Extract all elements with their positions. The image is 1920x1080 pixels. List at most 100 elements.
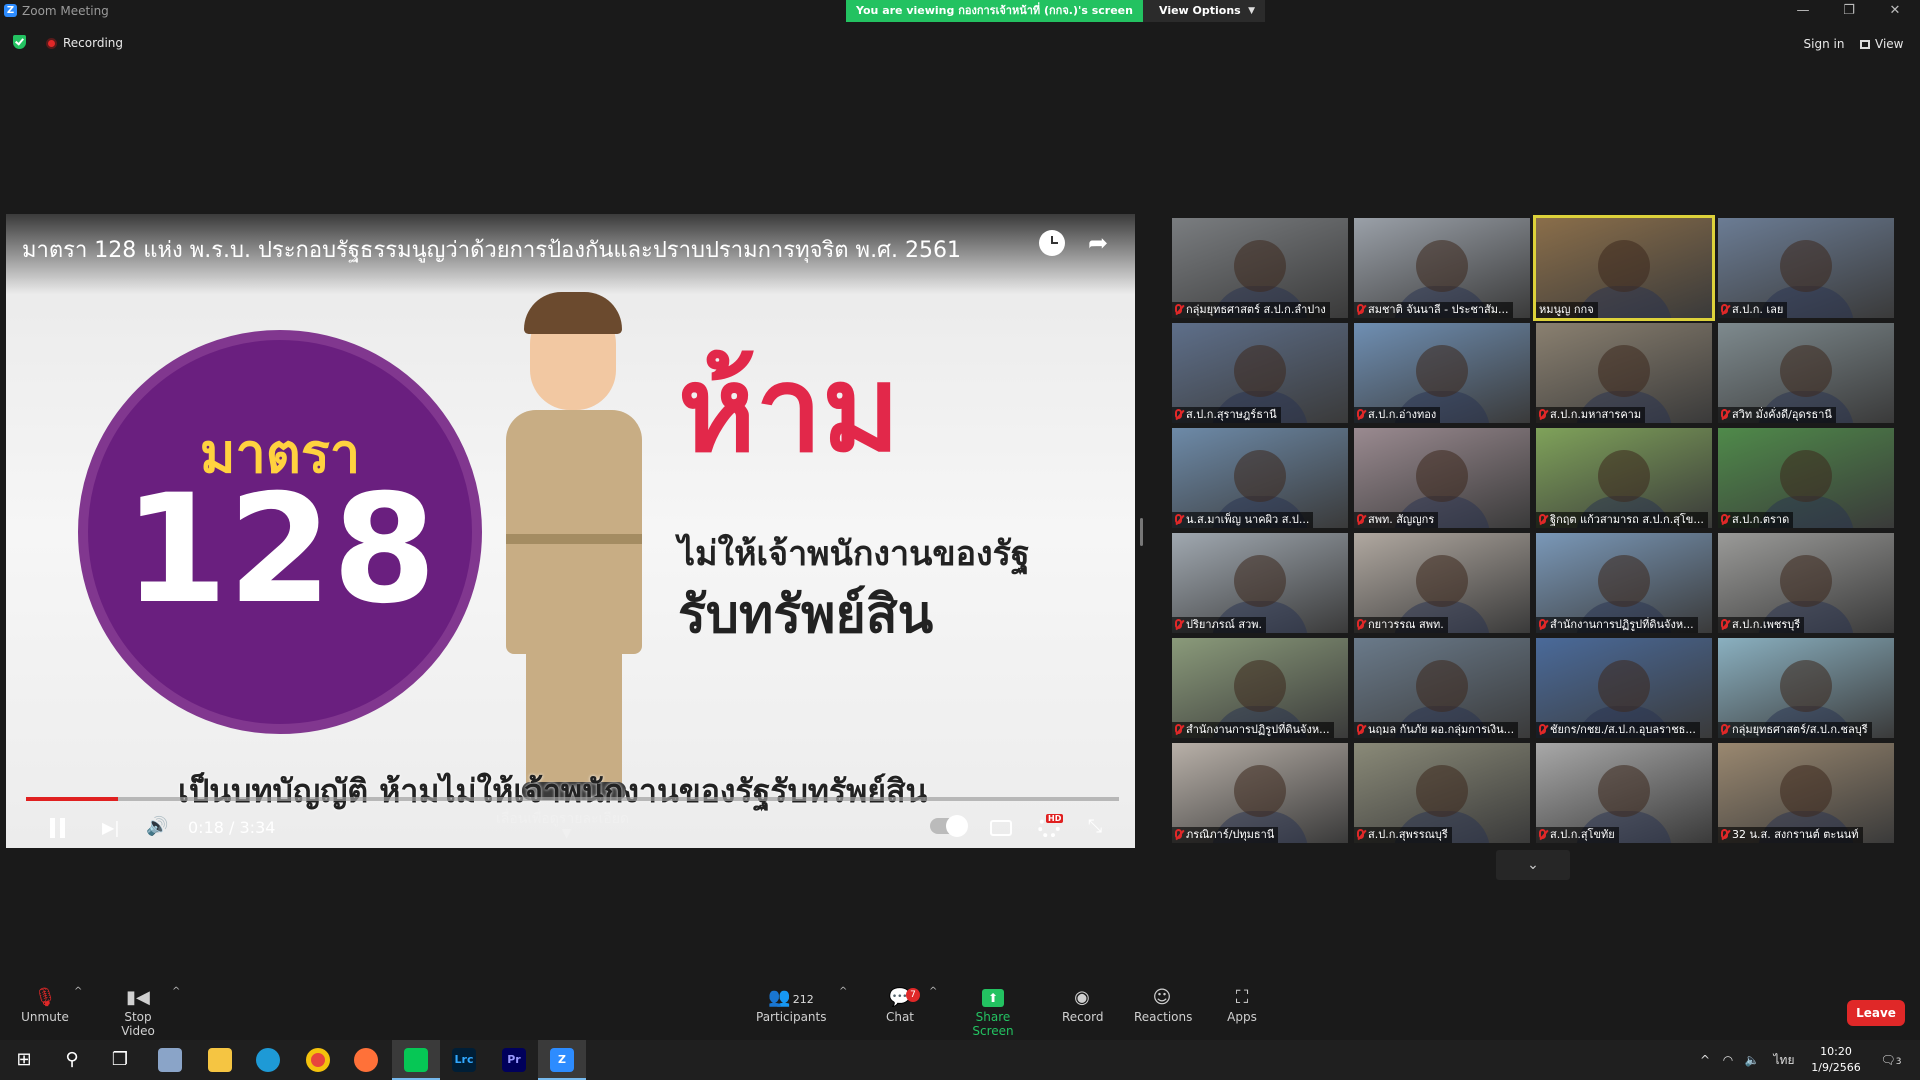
- notepad-app-icon[interactable]: [146, 1040, 194, 1080]
- participant-tile[interactable]: สมชาติ จันนาลี - ประชาสัม...: [1354, 218, 1530, 318]
- participant-tile[interactable]: ส.ป.ก.สุพรรณบุรี: [1354, 743, 1530, 843]
- mic-muted-icon: [1357, 619, 1364, 629]
- zoom-app-icon[interactable]: Z: [538, 1040, 586, 1080]
- participant-tile[interactable]: สำนักงานการปฏิรูปที่ดินจังห...: [1172, 638, 1348, 738]
- unmute-button[interactable]: 🎙 Unmute: [20, 986, 70, 1034]
- participant-name-label: กลุ่มยุทธศาสตร์ ส.ป.ก.ลำปาง: [1172, 302, 1330, 318]
- participant-name-label: สำนักงานการปฏิรูปที่ดินจังห...: [1536, 617, 1698, 633]
- tray-overflow-chevron-icon[interactable]: ^: [1696, 1040, 1714, 1080]
- participant-tile[interactable]: ส.ป.ก.สุโขทัย: [1536, 743, 1712, 843]
- view-button[interactable]: View: [1860, 34, 1910, 54]
- taskbar-date: 1/9/2566: [1811, 1061, 1861, 1074]
- chrome-browser-icon[interactable]: [294, 1040, 342, 1080]
- mic-muted-icon: [1357, 724, 1364, 734]
- reactions-label: Reactions: [1134, 1010, 1193, 1024]
- participant-silhouette-head: [1234, 555, 1286, 607]
- share-screen-button[interactable]: ⬆ Share Screen: [956, 986, 1030, 1038]
- stop-video-button[interactable]: ▮◀ Stop Video: [106, 986, 170, 1038]
- participant-silhouette-head: [1234, 660, 1286, 712]
- autoplay-toggle[interactable]: [930, 815, 968, 837]
- share-icon[interactable]: ➦: [1088, 230, 1116, 256]
- video-title[interactable]: มาตรา 128 แห่ง พ.ร.บ. ประกอบรัฐธรรมนูญว่…: [22, 232, 961, 267]
- speaker-muted-icon[interactable]: 🔈: [1742, 1040, 1762, 1080]
- windows-start-icon[interactable]: ⊞: [0, 1040, 48, 1080]
- participants-caret-icon[interactable]: ^: [839, 986, 847, 997]
- view-label: View: [1875, 37, 1904, 51]
- restore-button[interactable]: ❐: [1834, 1, 1864, 21]
- participant-tile[interactable]: ส.ป.ก.อ่างทอง: [1354, 323, 1530, 423]
- participant-silhouette-head: [1234, 345, 1286, 397]
- view-options-button[interactable]: View Options ▼: [1143, 0, 1265, 22]
- split-divider-handle[interactable]: [1140, 518, 1143, 546]
- recording-label[interactable]: Recording: [63, 36, 123, 50]
- premiere-pro-icon[interactable]: Pr: [490, 1040, 538, 1080]
- exit-fullscreen-icon[interactable]: ⤡: [1084, 816, 1106, 838]
- apps-button[interactable]: ⛶ Apps: [1224, 986, 1260, 1034]
- edge-browser-icon[interactable]: [244, 1040, 292, 1080]
- leave-button[interactable]: Leave: [1847, 1000, 1905, 1026]
- firefox-browser-icon[interactable]: [342, 1040, 390, 1080]
- watch-later-icon[interactable]: [1039, 230, 1065, 256]
- participant-name: ปริยาภรณ์ สวพ.: [1186, 618, 1263, 631]
- participant-tile[interactable]: กลุ่มยุทธศาสตร์ ส.ป.ก.ลำปาง: [1172, 218, 1348, 318]
- participant-name: สำนักงานการปฏิรูปที่ดินจังห...: [1186, 723, 1330, 736]
- participant-name: สมชาติ จันนาลี - ประชาสัม...: [1368, 303, 1509, 316]
- mic-muted-icon: [1175, 724, 1182, 734]
- participant-name: ส.ป.ก.สุโขทัย: [1550, 828, 1615, 841]
- encryption-shield-icon[interactable]: [13, 35, 26, 49]
- participant-tile[interactable]: สพท. สัญญกร: [1354, 428, 1530, 528]
- chevron-down-icon[interactable]: ▼: [562, 826, 571, 840]
- participant-tile[interactable]: ชัยกร/กชย./ส.ป.ก.อุบลราชธ...: [1536, 638, 1712, 738]
- minimize-button[interactable]: —: [1788, 1, 1818, 21]
- participants-button[interactable]: 👥 212 Participants: [756, 986, 827, 1034]
- chat-caret-icon[interactable]: ^: [929, 986, 937, 997]
- file-explorer-icon[interactable]: [196, 1040, 244, 1080]
- video-options-caret-icon[interactable]: ^: [172, 986, 180, 997]
- sign-in-button[interactable]: Sign in: [1797, 34, 1851, 54]
- audio-options-caret-icon[interactable]: ^: [74, 986, 82, 997]
- wifi-icon[interactable]: ◠: [1718, 1040, 1738, 1080]
- record-button[interactable]: ◉ Record: [1062, 986, 1103, 1034]
- participant-name: ชัยกร/กชย./ส.ป.ก.อุบลราชธ...: [1550, 723, 1696, 736]
- participant-tile[interactable]: ส.ป.ก.สุราษฎร์ธานี: [1172, 323, 1348, 423]
- participant-tile[interactable]: ปริยาภรณ์ สวพ.: [1172, 533, 1348, 633]
- participant-tile[interactable]: ส.ป.ก.มหาสารคาม: [1536, 323, 1712, 423]
- participant-tile[interactable]: สวิท มั่งคั่งดี/อุดรธานี: [1718, 323, 1894, 423]
- participant-tile[interactable]: 32 น.ส. สงกรานต์ ตะนนท์: [1718, 743, 1894, 843]
- participant-tile[interactable]: นฤมล กันภัย ผอ.กลุ่มการเงิน...: [1354, 638, 1530, 738]
- next-icon[interactable]: ▶|: [102, 818, 122, 838]
- lightroom-classic-icon[interactable]: Lrc: [440, 1040, 488, 1080]
- language-indicator[interactable]: ไทย: [1770, 1040, 1798, 1080]
- participant-tile[interactable]: หมนูญ กกจ: [1533, 215, 1715, 321]
- video-camera-icon: ▮◀: [126, 987, 150, 1008]
- pause-icon[interactable]: [48, 818, 68, 838]
- reactions-button[interactable]: ☺ Reactions: [1134, 986, 1193, 1034]
- captions-icon[interactable]: [990, 820, 1012, 836]
- notification-center-icon[interactable]: 🗨3: [1876, 1040, 1906, 1080]
- participant-tile[interactable]: น.ส.มาเพ็ญ นาคผิว ส.ป...: [1172, 428, 1348, 528]
- taskbar-clock[interactable]: 10:20 1/9/2566: [1802, 1044, 1870, 1076]
- headline-text: ห้าม: [678, 340, 900, 478]
- participant-name-label: ส.ป.ก.มหาสารคาม: [1536, 407, 1646, 423]
- participant-tile[interactable]: กยาวรรณ สพท.: [1354, 533, 1530, 633]
- shared-screen[interactable]: มาตรา 128 ห้าม ไม่ให้เจ้าพนักงานของรัฐ ร…: [6, 214, 1135, 848]
- task-view-icon[interactable]: ❐: [96, 1040, 144, 1080]
- participant-tile[interactable]: ส.ป.ก.เพชรบุรี: [1718, 533, 1894, 633]
- mic-muted-icon: 🎙: [33, 987, 57, 1008]
- video-progress-bar[interactable]: [26, 797, 1119, 801]
- volume-icon[interactable]: 🔊: [146, 816, 170, 838]
- gallery-next-page-icon[interactable]: ⌄: [1496, 850, 1570, 880]
- participant-tile[interactable]: ภรณิภาร์/ปทุมธานี: [1172, 743, 1348, 843]
- search-icon[interactable]: ⚲: [48, 1040, 96, 1080]
- participants-icon: 👥 212: [768, 987, 814, 1008]
- participant-tile[interactable]: ฐิกฤต แก้วสามารถ ส.ป.ก.สุโข...: [1536, 428, 1712, 528]
- participant-name: ส.ป.ก.ตราด: [1732, 513, 1790, 526]
- participant-tile[interactable]: กลุ่มยุทธศาสตร์/ส.ป.ก.ชลบุรี: [1718, 638, 1894, 738]
- mic-muted-icon: [1721, 619, 1728, 629]
- line-app-icon[interactable]: [392, 1040, 440, 1080]
- participant-name-label: ส.ป.ก.ตราด: [1718, 512, 1794, 528]
- participant-tile[interactable]: ส.ป.ก. เลย: [1718, 218, 1894, 318]
- participant-tile[interactable]: ส.ป.ก.ตราด: [1718, 428, 1894, 528]
- participant-tile[interactable]: สำนักงานการปฏิรูปที่ดินจังห...: [1536, 533, 1712, 633]
- close-button[interactable]: ✕: [1880, 1, 1910, 21]
